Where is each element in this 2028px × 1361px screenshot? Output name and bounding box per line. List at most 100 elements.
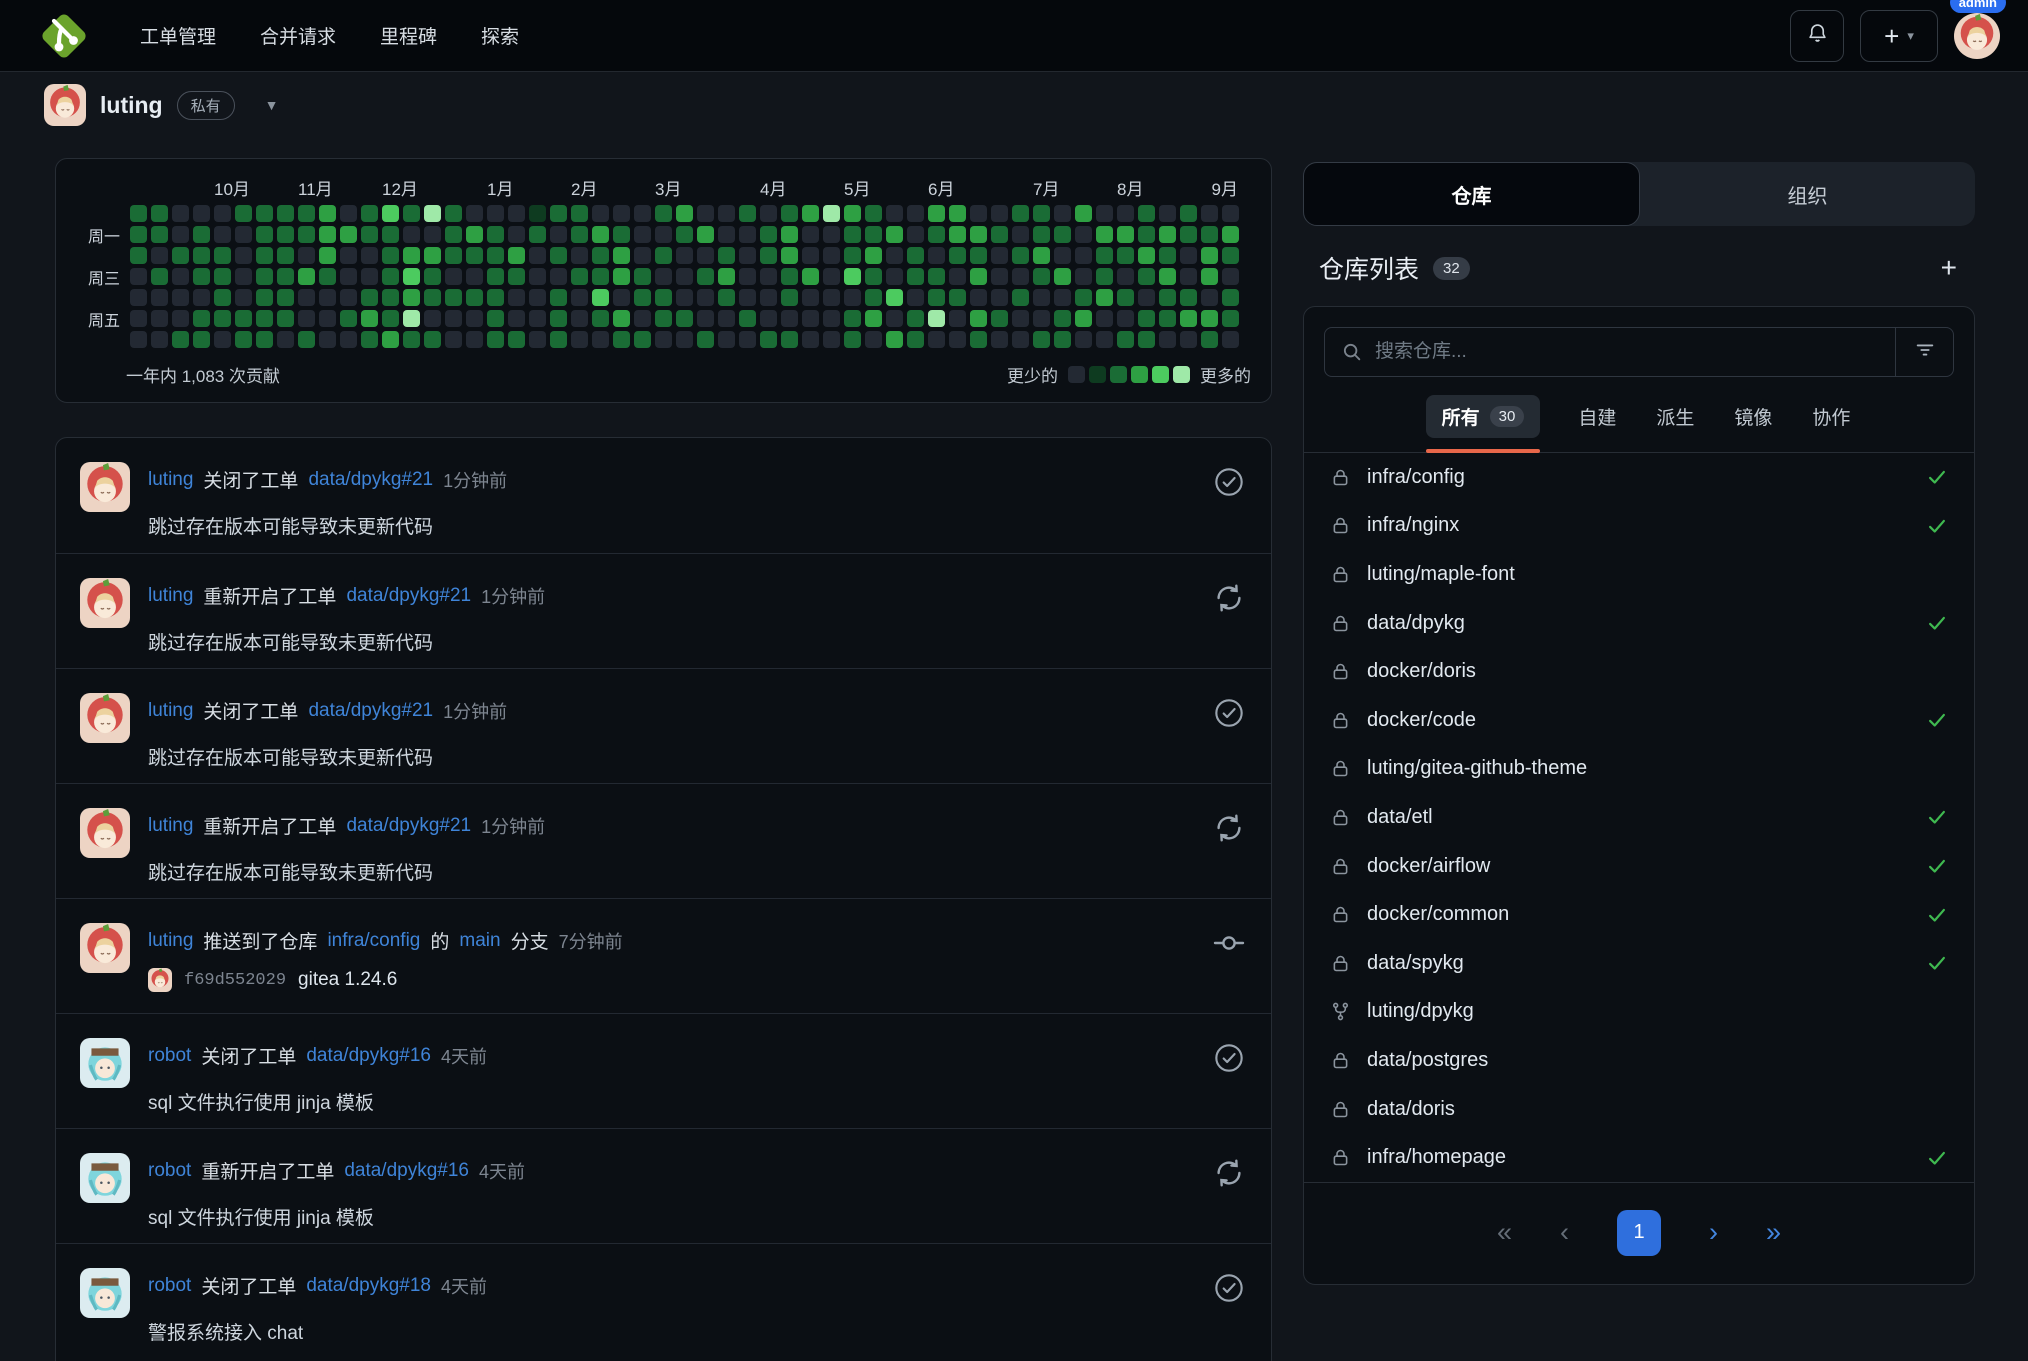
gitea-logo-icon[interactable] [40,12,88,60]
repo-filter-4[interactable]: 协作 [1810,395,1852,438]
feed-target-link[interactable]: data/dpykg#21 [346,815,471,837]
repo-filter-3[interactable]: 镜像 [1732,395,1774,438]
feed-target-link[interactable]: data/dpykg#21 [308,469,433,491]
repo-name-link[interactable]: data/etl [1367,806,1433,829]
heatmap-cell [655,247,672,264]
repo-row[interactable]: luting/maple-font [1304,550,1974,599]
repo-name-link[interactable]: data/postgres [1367,1049,1488,1072]
feed-user-link[interactable]: luting [148,469,193,491]
heatmap-cell [1012,289,1029,306]
repo-name-link[interactable]: infra/nginx [1367,514,1459,537]
repo-name-link[interactable]: docker/doris [1367,660,1476,683]
feed-target-link[interactable]: infra/config [327,930,420,952]
repo-search-input[interactable] [1375,341,1895,363]
feed-avatar[interactable] [80,1268,130,1318]
repo-row[interactable]: infra/config [1304,453,1974,502]
nav-item-0[interactable]: 工单管理 [122,12,234,59]
repo-row[interactable]: infra/nginx [1304,502,1974,551]
feed-avatar[interactable] [80,578,130,628]
feed-target-link[interactable]: data/dpykg#16 [306,1045,431,1067]
repo-row[interactable]: docker/doris [1304,647,1974,696]
feed-user-link[interactable]: luting [148,585,193,607]
pagination-next-button[interactable]: › [1709,1217,1718,1248]
context-username[interactable]: luting [100,92,163,119]
heatmap-cell [928,247,945,264]
feed-user-link[interactable]: robot [148,1160,191,1182]
repo-row[interactable]: infra/homepage [1304,1133,1974,1182]
repo-name-link[interactable]: data/doris [1367,1098,1455,1121]
create-new-button[interactable]: + ▾ [1860,10,1938,62]
heatmap-cell [235,331,252,348]
feed-avatar[interactable] [80,923,130,973]
repo-row[interactable]: docker/airflow [1304,842,1974,891]
repo-row[interactable]: data/postgres [1304,1036,1974,1085]
repo-name-link[interactable]: data/dpykg [1367,612,1465,635]
notifications-button[interactable] [1790,10,1844,62]
feed-user-link[interactable]: luting [148,930,193,952]
repo-row[interactable]: docker/common [1304,890,1974,939]
nav-item-2[interactable]: 里程碑 [362,12,455,59]
repo-row[interactable]: data/doris [1304,1085,1974,1134]
pagination-last-button[interactable]: » [1766,1217,1781,1248]
repo-filter-0[interactable]: 所有30 [1426,395,1541,438]
repo-filter-1[interactable]: 自建 [1576,395,1618,438]
feed-avatar[interactable] [80,1153,130,1203]
repo-name-link[interactable]: docker/code [1367,709,1476,732]
repo-name-link[interactable]: data/spykg [1367,952,1464,975]
repo-row[interactable]: luting/dpykg [1304,988,1974,1037]
heatmap-cell [193,268,210,285]
repo-filter-2[interactable]: 派生 [1654,395,1696,438]
repo-row[interactable]: docker/code [1304,696,1974,745]
feed-avatar[interactable] [80,1038,130,1088]
repo-name-link[interactable]: luting/maple-font [1367,563,1515,586]
heatmap-cell [130,247,147,264]
heatmap-month-label: 2月 [571,175,597,200]
pagination-current-page[interactable]: 1 [1617,1210,1661,1256]
feed-avatar[interactable] [80,462,130,512]
heatmap-cell [214,310,231,327]
feed-target-link[interactable]: data/dpykg#21 [346,585,471,607]
feed-target-link[interactable]: data/dpykg#16 [344,1160,469,1182]
repo-name-link[interactable]: luting/dpykg [1367,1000,1474,1023]
feed-user-link[interactable]: luting [148,700,193,722]
feed-user-link[interactable]: robot [148,1275,191,1297]
context-avatar[interactable] [44,84,86,126]
feed-avatar[interactable] [80,693,130,743]
sidebar-tab-1[interactable]: 组织 [1640,162,1975,226]
search-icon [1341,341,1363,363]
heatmap-cell [949,268,966,285]
heatmap-cell [634,268,651,285]
nav-item-3[interactable]: 探索 [463,12,537,59]
heatmap-cell [1222,226,1239,243]
commit-hash-link[interactable]: f69d552029 [184,971,286,990]
repo-name-link[interactable]: luting/gitea-github-theme [1367,757,1587,780]
repo-name-link[interactable]: docker/airflow [1367,855,1490,878]
feed-user-link[interactable]: luting [148,815,193,837]
pagination-first-button[interactable]: « [1497,1217,1512,1248]
lock-icon [1330,515,1351,536]
feed-avatar[interactable] [80,808,130,858]
pagination-prev-button[interactable]: ‹ [1560,1217,1569,1248]
feed-target-link[interactable]: data/dpykg#21 [308,700,433,722]
repo-name-link[interactable]: infra/homepage [1367,1146,1506,1169]
feed-target-link[interactable]: data/dpykg#18 [306,1275,431,1297]
repo-name-link[interactable]: docker/common [1367,903,1509,926]
add-repo-button[interactable]: + [1941,254,1957,282]
heatmap-cell [382,310,399,327]
checkmark-icon [1926,612,1948,634]
user-avatar[interactable] [1954,13,2000,59]
heatmap-cell [676,289,693,306]
context-chevron-down-icon[interactable]: ▼ [265,97,279,113]
feed-item: luting推送到了仓库infra/config的main分支7分钟前f69d5… [56,898,1271,1013]
feed-user-link[interactable]: robot [148,1045,191,1067]
nav-item-1[interactable]: 合并请求 [242,12,354,59]
repo-row[interactable]: luting/gitea-github-theme [1304,745,1974,794]
heatmap-cell [613,268,630,285]
feed-branch-link[interactable]: main [459,930,500,952]
sidebar-tab-0[interactable]: 仓库 [1303,162,1640,226]
repo-row[interactable]: data/dpykg [1304,599,1974,648]
repo-name-link[interactable]: infra/config [1367,466,1465,489]
repo-filter-button[interactable] [1895,328,1953,376]
repo-row[interactable]: data/etl [1304,793,1974,842]
repo-row[interactable]: data/spykg [1304,939,1974,988]
